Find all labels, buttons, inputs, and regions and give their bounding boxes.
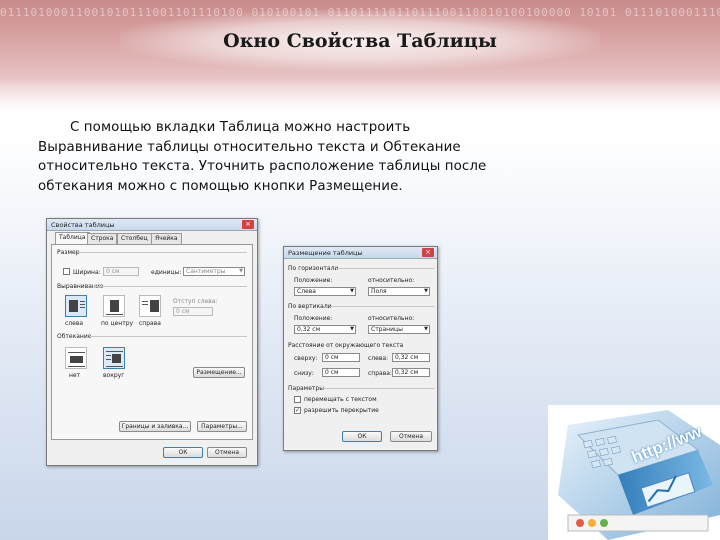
body-line-2: Выравнивание таблицы относительно текста…	[38, 139, 461, 155]
v-position-select[interactable]: 0,32 см ▼	[294, 325, 356, 334]
h-relative-value: Поля	[371, 288, 387, 295]
h-position-value: Слева	[297, 288, 316, 295]
banner-fade	[0, 78, 720, 112]
ok-button[interactable]: ОК	[342, 431, 382, 442]
horizontal-label: По горизонтали	[288, 265, 339, 272]
alignment-divider	[93, 286, 247, 287]
units-value: Сантиметры	[186, 268, 226, 275]
dialog-title: Свойства таблицы	[51, 221, 115, 229]
h-relative-select[interactable]: Поля ▼	[368, 287, 430, 296]
v-position-label: Положение:	[294, 315, 333, 322]
body-line-4: обтекания можно с помощью кнопки Размеще…	[38, 178, 403, 194]
width-input[interactable]: 0 см	[103, 267, 139, 276]
align-center-label: по центру	[101, 320, 134, 327]
right-input[interactable]: 0,32 см	[392, 368, 430, 377]
wrap-around-icon[interactable]	[103, 347, 125, 369]
tab-cell[interactable]: Ячейка	[151, 233, 182, 244]
align-right-icon[interactable]	[139, 295, 161, 317]
table-positioning-dialog: Размещение таблицы × По горизонтали Поло…	[283, 246, 438, 451]
allow-overlap-checkbox[interactable]: ✓	[294, 407, 301, 414]
close-icon[interactable]: ×	[242, 220, 254, 229]
align-center-icon[interactable]	[103, 295, 125, 317]
header-banner: 01110100011001010111001101110100 0101001…	[0, 0, 720, 112]
move-with-text-checkbox[interactable]	[294, 396, 301, 403]
computer-illustration: http://ww	[548, 405, 720, 540]
chevron-down-icon: ▼	[424, 326, 428, 332]
left-input[interactable]: 0,32 см	[392, 353, 430, 362]
h-relative-label: относительно:	[368, 277, 415, 284]
chevron-down-icon: ▼	[424, 288, 428, 294]
width-checkbox[interactable]	[63, 268, 70, 275]
v-position-value: 0,32 см	[297, 326, 321, 333]
wrap-none-label: нет	[69, 372, 81, 379]
align-right-label: справа	[139, 320, 161, 327]
size-divider	[77, 252, 247, 253]
indent-input[interactable]: 0 см	[173, 307, 213, 316]
allow-overlap-label: разрешить перекрытие	[304, 407, 379, 414]
slide-body: С помощью вкладки Таблица можно настроит…	[38, 118, 538, 196]
cancel-button[interactable]: Отмена	[390, 431, 432, 442]
table-properties-dialog: Свойства таблицы × Таблица Строка Столбе…	[46, 218, 258, 466]
distance-label: Расстояние от окружающего текста	[288, 342, 404, 349]
v-relative-value: Страницы	[371, 326, 403, 333]
vertical-label: По вертикали	[288, 303, 332, 310]
tab-table[interactable]: Таблица	[55, 232, 90, 244]
indent-label: Отступ слева:	[173, 298, 218, 305]
placement-button[interactable]: Размещение...	[193, 367, 245, 378]
dialog-titlebar: Свойства таблицы ×	[47, 219, 257, 231]
width-check-label: Ширина:	[73, 269, 101, 276]
units-select[interactable]: Сантиметры ▼	[183, 267, 245, 276]
wrap-around-label: вокруг	[103, 372, 125, 379]
chevron-down-icon: ▼	[350, 288, 354, 294]
align-left-label: слева	[65, 320, 84, 327]
move-with-text-label: перемещать с текстом	[304, 396, 377, 403]
left-label: слева:	[368, 355, 389, 362]
dialog-title: Размещение таблицы	[288, 249, 363, 257]
cancel-button[interactable]: Отмена	[207, 447, 247, 458]
options-button[interactable]: Параметры...	[197, 421, 247, 432]
bottom-input[interactable]: 0 см	[322, 368, 360, 377]
wrap-none-icon[interactable]	[65, 347, 87, 369]
wrapping-divider	[89, 336, 247, 337]
top-label: сверху:	[294, 355, 318, 362]
dialog-titlebar: Размещение таблицы ×	[284, 247, 437, 259]
units-label: единицы:	[151, 269, 182, 276]
chevron-down-icon: ▼	[350, 326, 354, 332]
vertical-divider	[330, 306, 434, 307]
body-line-1: С помощью вкладки Таблица можно настроит…	[70, 120, 411, 135]
wrapping-label: Обтекание	[57, 333, 92, 340]
v-relative-label: относительно:	[368, 315, 415, 322]
options-label: Параметры	[288, 385, 324, 392]
body-line-3: относительно текста. Уточнить расположен…	[38, 159, 487, 174]
bottom-label: снизу:	[294, 370, 314, 377]
align-left-icon[interactable]	[65, 295, 87, 317]
h-position-label: Положение:	[294, 277, 333, 284]
top-input[interactable]: 0 см	[322, 353, 360, 362]
chevron-down-icon: ▼	[239, 268, 243, 274]
tab-row[interactable]: Строка	[87, 233, 118, 244]
close-icon[interactable]: ×	[422, 248, 434, 257]
horizontal-divider	[336, 268, 434, 269]
v-relative-select[interactable]: Страницы ▼	[368, 325, 430, 334]
tab-column[interactable]: Столбец	[117, 233, 152, 244]
right-label: справа:	[368, 370, 392, 377]
h-position-select[interactable]: Слева ▼	[294, 287, 356, 296]
borders-shading-button[interactable]: Границы и заливка...	[119, 421, 191, 432]
options-divider	[322, 388, 434, 389]
slide-title: Окно Свойства Таблицы	[223, 30, 497, 52]
ok-button[interactable]: ОК	[163, 447, 203, 458]
